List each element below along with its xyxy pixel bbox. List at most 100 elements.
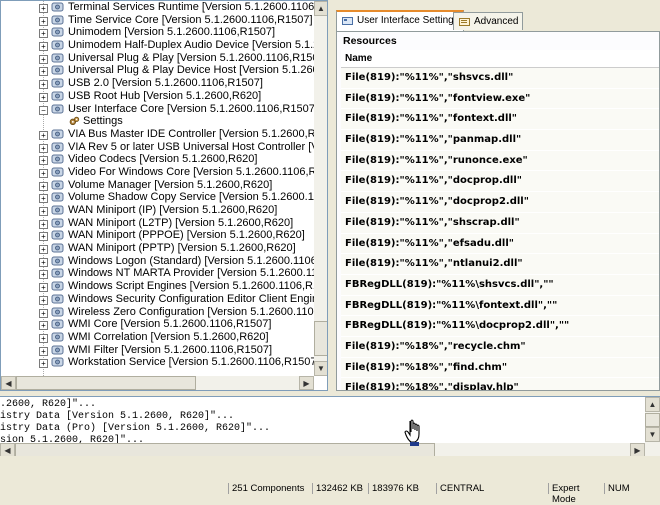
resource-row[interactable]: File(819):"%11%","shscrap.dll" — [341, 212, 659, 234]
expand-icon[interactable]: + — [39, 194, 48, 204]
tree-item-label: Terminal Services Runtime [Version 5.1.2… — [68, 1, 314, 13]
expand-icon[interactable]: + — [39, 168, 48, 178]
scroll-right-arrow-icon[interactable]: ▶ — [630, 443, 645, 457]
expand-icon[interactable]: + — [39, 346, 48, 356]
resource-row[interactable]: File(819):"%11%","ntlanui2.dll" — [341, 254, 659, 275]
scroll-right-arrow-icon[interactable]: ▶ — [299, 376, 314, 390]
resource-row[interactable]: File(819):"%11%","fontview.exe" — [341, 88, 659, 110]
component-tree-pane[interactable]: + Terminal Services Runtime [Version 5.1.… — [0, 0, 328, 391]
log-horizontal-scroll-thumb[interactable] — [15, 443, 435, 457]
scroll-down-arrow-icon[interactable]: ▼ — [314, 361, 327, 376]
gear-stack-icon — [51, 78, 64, 88]
expand-icon[interactable]: + — [39, 333, 48, 343]
expand-icon[interactable]: + — [39, 42, 48, 52]
tree-item[interactable]: + Video For Windows Core [Version 5.1.260… — [1, 166, 314, 179]
component-tree[interactable]: + Terminal Services Runtime [Version 5.1.… — [1, 1, 314, 376]
expand-icon[interactable]: + — [39, 80, 48, 90]
expand-icon[interactable]: + — [39, 295, 48, 305]
tree-item[interactable]: + USB 2.0 [Version 5.1.2600.1106,R1507] — [1, 77, 314, 90]
tree-item[interactable]: + WAN Miniport (L2TP) [Version 5.1.2600,R… — [1, 217, 314, 230]
resource-row[interactable]: File(819):"%11%","shsvcs.dll" — [341, 68, 659, 89]
tree-vertical-scrollbar[interactable]: ▲ ▼ — [314, 1, 327, 376]
tree-item[interactable]: + Windows NT MARTA Provider [Version 5.1.… — [1, 267, 314, 280]
tree-item[interactable]: + Windows Logon (Standard) [Version 5.1.2… — [1, 255, 314, 268]
build-log-pane[interactable]: .2600, R620]"... istry Data [Version 5.1.… — [0, 396, 660, 457]
tree-child-item[interactable]: Settings — [1, 115, 314, 128]
tree-item[interactable]: + USB Root Hub [Version 5.1.2600,R620] — [1, 90, 314, 103]
resource-row[interactable]: File(819):"%18%","find.chm" — [341, 357, 659, 379]
resource-row[interactable]: File(819):"%18%","recycle.chm" — [341, 336, 659, 358]
tree-item[interactable]: + Universal Plug & Play Device Host [Vers… — [1, 64, 314, 77]
tree-item[interactable]: + VIA Bus Master IDE Controller [Version … — [1, 128, 314, 141]
tree-item[interactable]: + Video Codecs [Version 5.1.2600,R620] — [1, 153, 314, 166]
tree-vertical-scroll-thumb[interactable] — [314, 321, 327, 356]
expand-icon[interactable]: + — [39, 29, 48, 39]
expand-icon[interactable]: + — [39, 270, 48, 280]
tab-user-interface-settings[interactable]: User Interface Settings — [336, 10, 464, 31]
tree-item[interactable]: + WMI Filter [Version 5.1.2600.1106,R1507… — [1, 344, 314, 357]
expand-icon[interactable]: + — [39, 54, 48, 64]
expand-icon[interactable]: + — [39, 257, 48, 267]
tree-item[interactable]: + WAN Miniport (PPTP) [Version 5.1.2600,R… — [1, 242, 314, 255]
tree-item[interactable]: + WAN Miniport (PPPOE) [Version 5.1.2600,… — [1, 229, 314, 242]
resource-row[interactable]: FBRegDLL(819):"%11%\docprop2.dll","" — [341, 316, 659, 337]
tree-item[interactable]: + Terminal Services Runtime [Version 5.1.… — [1, 1, 314, 14]
resource-row[interactable]: File(819):"%11%","docprop2.dll" — [341, 192, 659, 213]
tree-item[interactable]: + Time Service Core [Version 5.1.2600.110… — [1, 14, 314, 27]
tab-label: User Interface Settings — [357, 15, 459, 26]
tree-item[interactable]: − User Interface Core [Version 5.1.2600.1… — [1, 103, 314, 116]
tree-item[interactable]: + Windows Security Configuration Editor C… — [1, 293, 314, 306]
log-vertical-scrollbar[interactable]: ▲ ▼ — [645, 397, 660, 457]
tree-item[interactable]: + WAN Miniport (IP) [Version 5.1.2600,R62… — [1, 204, 314, 217]
expand-icon[interactable]: + — [39, 181, 48, 191]
expand-icon[interactable]: + — [39, 359, 48, 369]
tree-item[interactable]: + Windows Script Engines [Version 5.1.260… — [1, 280, 314, 293]
scroll-down-arrow-icon[interactable]: ▼ — [645, 427, 660, 442]
expand-icon[interactable]: + — [39, 321, 48, 331]
resource-row[interactable]: File(819):"%11%","panmap.dll" — [341, 130, 659, 151]
log-horizontal-scrollbar[interactable]: ◀ ▶ — [0, 443, 645, 457]
scroll-up-arrow-icon[interactable]: ▲ — [314, 1, 327, 16]
resource-row[interactable]: File(819):"%18%","display.hlp" — [341, 378, 659, 390]
log-vertical-scroll-thumb[interactable] — [645, 413, 660, 427]
resource-row[interactable]: File(819):"%11%","fontext.dll" — [341, 109, 659, 131]
tree-horizontal-scroll-thumb[interactable] — [16, 376, 196, 390]
expand-icon[interactable]: + — [39, 92, 48, 102]
expand-icon[interactable]: + — [39, 156, 48, 166]
expand-icon[interactable]: + — [39, 245, 48, 255]
gear-stack-icon — [51, 345, 64, 355]
tab-advanced[interactable]: Advanced — [453, 12, 524, 30]
expand-icon[interactable]: + — [39, 143, 48, 153]
resource-row[interactable]: File(819):"%11%","efsadu.dll" — [341, 233, 659, 255]
resource-row[interactable]: FBRegDLL(819):"%11%\fontext.dll","" — [341, 295, 659, 317]
collapse-icon[interactable]: − — [39, 105, 48, 115]
tree-item[interactable]: + WMI Correlation [Version 5.1.2600,R620] — [1, 331, 314, 344]
tree-item[interactable]: + Universal Plug & Play [Version 5.1.2600… — [1, 52, 314, 65]
expand-icon[interactable]: + — [39, 219, 48, 229]
tree-item[interactable]: + Wireless Zero Configuration [Version 5.… — [1, 306, 314, 319]
column-header-name[interactable]: Name — [341, 50, 659, 68]
expand-icon[interactable]: + — [39, 16, 48, 26]
tree-item[interactable]: + VIA Rev 5 or later USB Universal Host C… — [1, 141, 314, 154]
tree-item[interactable]: + WMI Core [Version 5.1.2600.1106,R1507] — [1, 318, 314, 331]
expand-icon[interactable]: + — [39, 308, 48, 318]
scroll-left-arrow-icon[interactable]: ◀ — [1, 376, 16, 390]
expand-icon[interactable]: + — [39, 283, 48, 293]
tree-horizontal-scrollbar[interactable]: ◀ ▶ — [1, 376, 314, 390]
resources-grid[interactable]: Name File(819):"%11%","shsvcs.dll" File(8… — [341, 50, 659, 390]
tree-item[interactable]: + Unimodem [Version 5.1.2600.1106,R1507] — [1, 26, 314, 39]
tree-item[interactable]: + Unimodem Half-Duplex Audio Device [Vers… — [1, 39, 314, 52]
tree-item[interactable]: + Volume Manager [Version 5.1.2600,R620] — [1, 179, 314, 192]
scroll-up-arrow-icon[interactable]: ▲ — [645, 397, 660, 412]
expand-icon[interactable]: + — [39, 67, 48, 77]
scroll-left-arrow-icon[interactable]: ◀ — [0, 443, 15, 457]
resource-row[interactable]: File(819):"%11%","runonce.exe" — [341, 150, 659, 172]
expand-icon[interactable]: + — [39, 232, 48, 242]
expand-icon[interactable]: + — [39, 4, 48, 13]
expand-icon[interactable]: + — [39, 207, 48, 216]
resource-row[interactable]: File(819):"%11%","docprop.dll" — [341, 171, 659, 193]
tree-item[interactable]: + Workstation Service [Version 5.1.2600.1… — [1, 356, 314, 369]
tree-item[interactable]: + Volume Shadow Copy Service [Version 5.1… — [1, 191, 314, 204]
expand-icon[interactable]: + — [39, 130, 48, 140]
resource-row[interactable]: FBRegDLL(819):"%11%\shsvcs.dll","" — [341, 274, 659, 296]
